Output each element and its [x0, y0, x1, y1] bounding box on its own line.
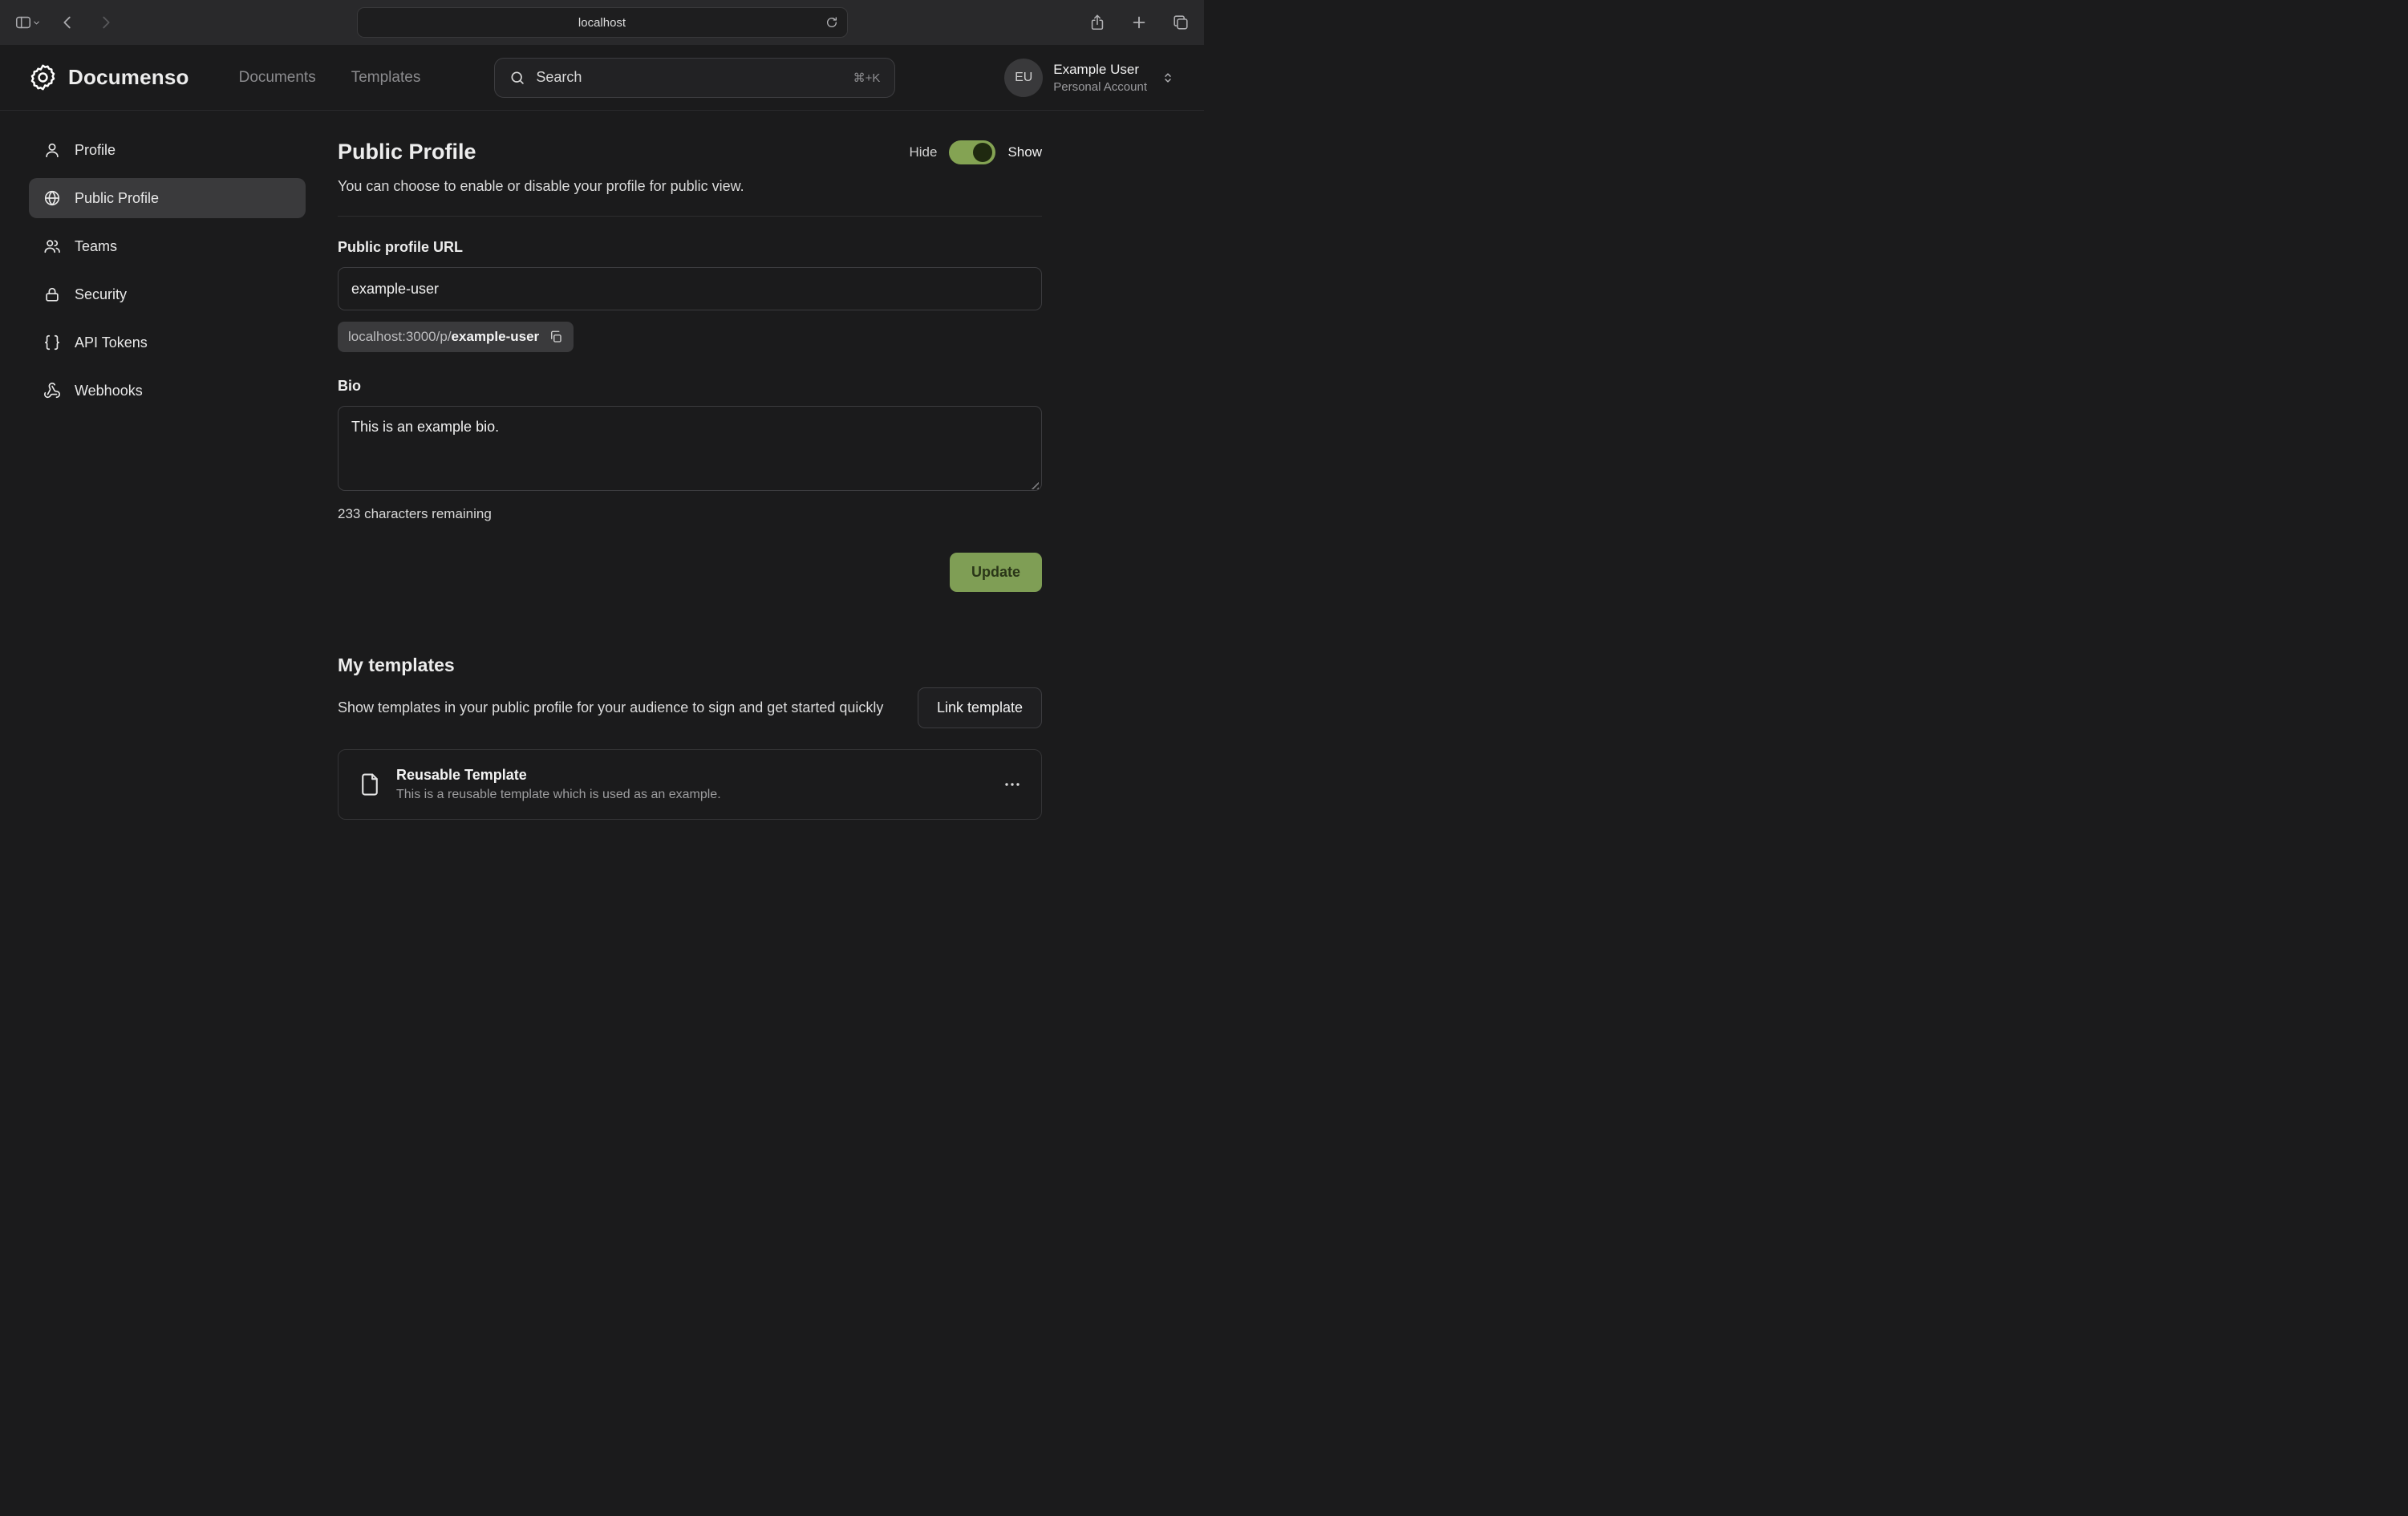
browser-chrome: localhost	[0, 0, 1204, 45]
nav-templates[interactable]: Templates	[351, 69, 421, 87]
public-profile-url-input[interactable]	[338, 267, 1042, 310]
lock-icon	[43, 286, 61, 303]
globe-icon	[43, 189, 61, 207]
update-button[interactable]: Update	[950, 553, 1042, 592]
sidebar-item-label: Webhooks	[75, 383, 143, 399]
link-template-button[interactable]: Link template	[918, 687, 1042, 728]
my-templates-title: My templates	[338, 655, 1042, 676]
characters-remaining: 233 characters remaining	[338, 506, 1042, 522]
avatar: EU	[1004, 59, 1043, 97]
toggle-knob	[973, 143, 992, 162]
search-shortcut: ⌘+K	[853, 71, 881, 85]
brand-name: Documenso	[68, 65, 189, 90]
bio-textarea[interactable]: This is an example bio.	[338, 406, 1042, 491]
sidebar-item-label: Security	[75, 286, 127, 303]
braces-icon	[43, 334, 61, 351]
address-bar-url: localhost	[578, 16, 626, 30]
documenso-logo-icon	[29, 63, 57, 91]
page-title: Public Profile	[338, 140, 476, 164]
profile-link-text: localhost:3000/p/example-user	[348, 329, 539, 345]
sidebar-item-label: Teams	[75, 238, 117, 255]
template-card: Reusable Template This is a reusable tem…	[338, 749, 1042, 820]
tabs-overview-icon[interactable]	[1172, 14, 1190, 31]
app-header: Documenso Documents Templates Search ⌘+K…	[0, 45, 1204, 111]
account-type: Personal Account	[1053, 80, 1147, 94]
sidebar-toggle-icon[interactable]	[14, 14, 32, 31]
chevrons-up-down-icon	[1161, 71, 1175, 85]
main-content: Public Profile Hide Show You can choose …	[338, 130, 1042, 820]
nav-documents[interactable]: Documents	[239, 69, 316, 87]
sidebar-item-profile[interactable]: Profile	[29, 130, 306, 170]
sidebar-item-label: API Tokens	[75, 334, 148, 351]
forward-icon[interactable]	[97, 14, 115, 31]
share-icon[interactable]	[1088, 14, 1106, 31]
account-menu[interactable]: EU Example User Personal Account	[1004, 59, 1175, 97]
users-icon	[43, 237, 61, 255]
search-input[interactable]: Search ⌘+K	[494, 58, 895, 98]
sidebar-item-security[interactable]: Security	[29, 274, 306, 314]
ellipsis-icon	[1003, 775, 1022, 794]
address-bar[interactable]: localhost	[357, 7, 848, 38]
sidebar-item-webhooks[interactable]: Webhooks	[29, 371, 306, 411]
profile-visibility-toggle[interactable]	[949, 140, 995, 164]
search-icon	[509, 70, 525, 86]
sidebar-item-teams[interactable]: Teams	[29, 226, 306, 266]
webhook-icon	[43, 382, 61, 399]
template-description: This is a reusable template which is use…	[396, 788, 721, 802]
chevron-down-icon[interactable]	[32, 18, 41, 27]
copy-link-button[interactable]	[549, 330, 563, 344]
template-title: Reusable Template	[396, 767, 721, 784]
divider	[338, 216, 1042, 217]
page-subtitle: You can choose to enable or disable your…	[338, 178, 1042, 195]
file-icon	[358, 772, 382, 797]
search-placeholder: Search	[536, 69, 582, 86]
sidebar-item-api-tokens[interactable]: API Tokens	[29, 322, 306, 363]
sidebar-item-public-profile[interactable]: Public Profile	[29, 178, 306, 218]
profile-link-chip[interactable]: localhost:3000/p/example-user	[338, 322, 574, 352]
sidebar-item-label: Public Profile	[75, 190, 159, 207]
settings-sidebar: Profile Public Profile Teams Security AP…	[29, 130, 306, 820]
toggle-show-label: Show	[1007, 144, 1042, 160]
account-name: Example User	[1053, 62, 1147, 78]
sidebar-item-label: Profile	[75, 142, 116, 159]
back-icon[interactable]	[59, 14, 76, 31]
copy-icon	[549, 330, 563, 344]
brand[interactable]: Documenso	[29, 63, 189, 91]
template-menu-button[interactable]	[1003, 775, 1022, 794]
main-nav: Documents Templates	[239, 69, 421, 87]
bio-field-label: Bio	[338, 378, 1042, 395]
page-body: Profile Public Profile Teams Security AP…	[0, 111, 1204, 820]
user-icon	[43, 141, 61, 159]
my-templates-description: Show templates in your public profile fo…	[338, 697, 891, 718]
refresh-icon[interactable]	[825, 16, 838, 29]
url-field-label: Public profile URL	[338, 239, 1042, 256]
new-tab-icon[interactable]	[1130, 14, 1148, 31]
toggle-hide-label: Hide	[910, 144, 938, 160]
